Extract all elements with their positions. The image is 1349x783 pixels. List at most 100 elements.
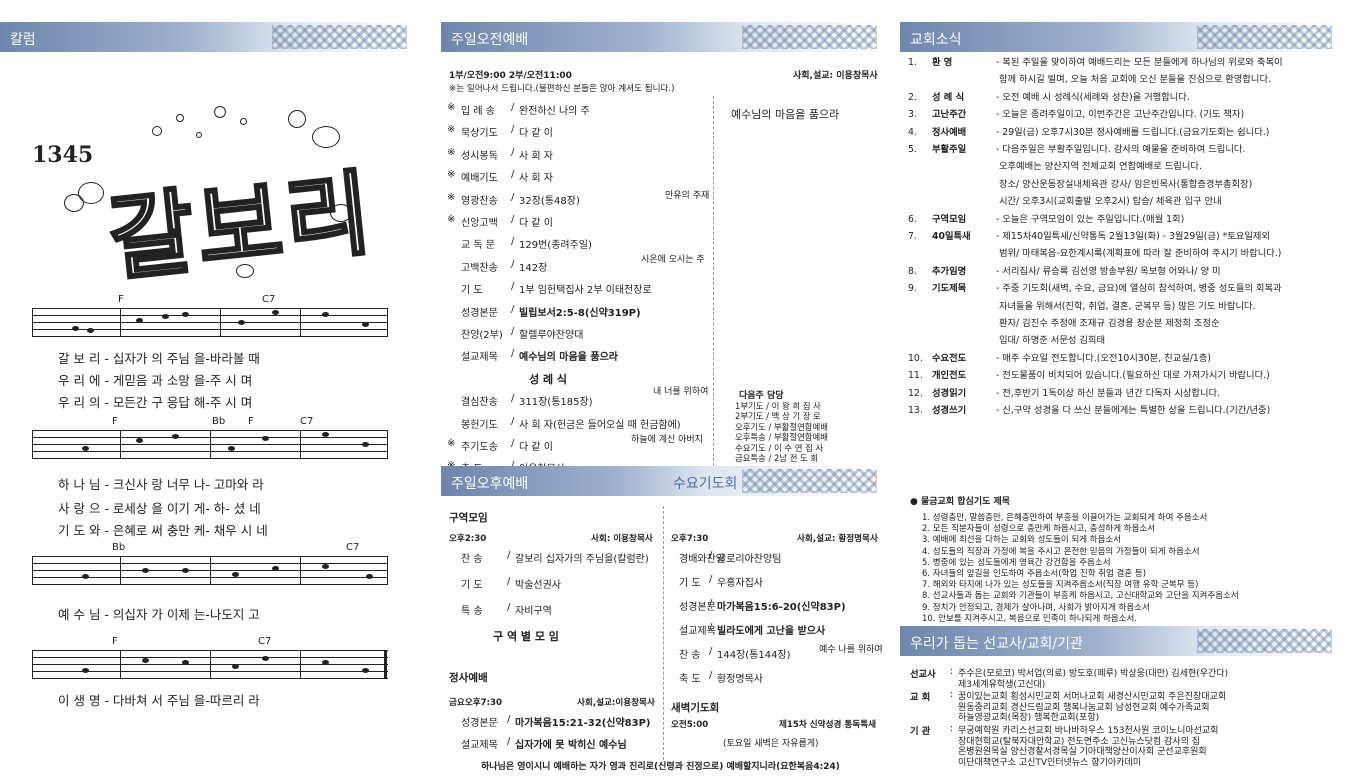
prayer-item: 10. 안보를 지켜주시고, 복음으로 민족이 하나되게 하옵소서. [922,613,1137,624]
news-detail: 자녀들을 위해서(진학, 취업, 결혼, 군복무 등) 많은 기도 바랍니다. [996,300,1256,312]
order-label: 결심찬송 [461,397,498,409]
news-detail: 오후예배는 양산지역 전체교회 연합예배로 드립니다. [996,161,1202,173]
mission-colon: : [950,666,954,677]
news-detail: - 오전 예배 시 성례식(세례와 성찬)을 거행합니다. [996,91,1190,103]
news-number: 12. [908,387,923,399]
morning-times: 1부/오전9:00 2부/오전11:00 [449,71,572,81]
column-panel: 칼럼 1345 갈보리 F C7 갈 보 리 - 십자가 의 주님 을-바라볼 … [0,14,415,779]
prayer-item: 7. 해외와 타지에 나가 있는 성도들을 지켜주옵소서(직장 여행 유학 군복… [922,580,1199,591]
order-value: 완전하신 나의 주 [519,106,590,117]
footer-verse: 하나님은 영이시니 예배하는 자가 영과 진리로(신령과 진정으로) 예배할지니… [481,762,840,772]
hymn-side-note: 하늘에 계신 아버지 [631,435,703,445]
order-separator: / [511,258,515,270]
order-label: 교 독 문 [461,240,495,252]
news-detail: - 오늘은 구역모임이 있는 주일입니다.(매월 1회) [996,213,1185,225]
news-item: 5. 부활주일 - 다음주일은 부활주일입니다. 감사의 예물을 준비하여 드립니다… [908,141,1245,155]
chord-label: C7 [346,542,360,553]
sermon-side-title: 예수님의 마음을 품으라 [731,108,840,121]
order-label: 특 송 [461,606,483,617]
hymn-side-note: 시온에 오시는 주 [641,255,705,265]
prayer-item: 3. 예배에 최선을 다하는 교회와 성도들이 되게 하옵소서 [922,535,1122,546]
news-detail: - 제15차40일특새/신약통독 2월13일(화) - 3월29일(금) *토요… [996,231,1270,242]
news-title: 성경쓰기 [932,405,967,416]
news-header: 교회소식 [900,22,1340,52]
news-number: 3. [908,109,917,121]
news-title: 구역모임 [932,213,967,225]
order-value: 갈보리 십자가의 주님을(칼럼란) [515,554,649,565]
news-item: 4. 정사예배 - 29일(금) 오후7시30분 정사예배를 드립니다.(금요기도회… [908,124,1269,138]
order-label: 성경본문 [461,307,498,319]
friday-time: 금요오후7:30 [449,698,503,708]
order-label: 봉헌기도 [461,419,498,431]
news-number: 9. [908,283,917,295]
diamond-pattern-icon [742,469,877,493]
order-value: 311장(통185장) [519,397,593,409]
afternoon-time: 오후2:30 [449,534,487,544]
bubble-icon [176,114,184,122]
order-label: 입 례 송 [461,106,495,117]
news-title: 기도제목 [932,283,967,295]
order-label: 기 도 [461,580,483,591]
order-mark: ※ [447,169,456,181]
news-item: 장소/ 양산운동장실내체육관 강사/ 임은빈목사(통합증경부총회장) [908,176,1252,190]
order-label: 신앙고백 [461,218,498,229]
order-label: 예배기도 [461,173,498,185]
afternoon-officiant: 사회: 이용창목사 [591,534,653,544]
prayer-title: ● 물금교회 합심기도 제목 [910,497,1011,507]
news-item: 11. 개인전도 - 전도물품이 비치되어 있습니다.(필요하신 대로 가져가시기 … [908,367,1270,381]
hymn-title: 갈보리 [102,158,381,295]
news-item: 9. 기도제목 - 주중 기도회(새벽, 수요, 금요)에 열심히 참석하여, 병중… [908,280,1282,294]
mission-line: 제3세계유학생(고신대) [958,679,1046,690]
order-mark: ※ [447,146,456,158]
chord-label: F [112,636,118,647]
morning-header-title: 주일오전예배 [451,32,529,48]
news-detail: 장소/ 양산운동장실내체육관 강사/ 임은빈목사(통합증경부총회장) [996,178,1253,190]
order-label: 기 도 [679,578,701,589]
news-number: 4. [908,126,917,138]
order-value: 142장 [519,262,548,274]
news-detail: - 주중 기도회(새벽, 수요, 금요)에 열심히 참석하여, 병중 성도들의 … [996,283,1282,295]
prayer-item: 8. 선교사들과 돕는 교회와 기관들이 부흥케 하옵시고, 고신대학교와 고단… [922,591,1239,602]
order-value: 사 회 자(헌금은 들어오실 때 헌금함에) [519,419,681,431]
morning-officiant: 사회,설교: 이용창목사 [793,71,878,81]
order-separator: / [511,281,515,293]
order-label: 영광찬송 [461,195,498,207]
news-panel: 교회소식 1. 환 영 - 복된 주일을 맞이하여 예배드리는 모든 분들에게 하나… [900,14,1340,779]
news-title: 정사예배 [932,126,967,138]
friday-title: 정사예배 [449,672,488,684]
lyric-line: 기 도 와 - 은혜로 써 충만 케- 채우 시 네 [58,523,268,538]
bubble-icon [240,118,247,125]
news-title: 환 영 [932,57,953,68]
wednesday-time: 오후7:30 [671,534,709,544]
news-item: 7. 40일특새 - 제15차40일특새/신약통독 2월13일(화) - 3월29일… [908,228,1270,242]
prayer-item: 6. 자녀들의 앞길을 인도하여 주옵소서(학업 진학 취업 결혼 등) [922,569,1147,579]
order-separator: / [511,303,515,315]
news-number: 7. [908,231,917,242]
order-separator: / [511,415,515,427]
divider [713,96,714,466]
next-week-row: 금요특송 / 2남 전 도 회 [735,453,819,463]
order-value: 빌라도에게 고난을 받으사 [717,626,826,637]
missions-header-title: 우리가 돕는 선교사/교회/기관 [910,636,1083,652]
lyric-line: 갈 보 리 - 십자가 의 주님 을-바라볼 때 [58,351,260,366]
order-label: 찬 송 [679,650,701,661]
order-label: 주기도송 [461,442,498,453]
chord-label: F [118,294,124,305]
order-separator: / [511,214,515,225]
bubble-icon [196,132,202,138]
order-label: 묵상기도 [461,128,498,140]
news-detail: 입대/ 하명준 서문성 김희태 [996,335,1106,347]
order-label: 고백찬송 [461,262,498,274]
order-separator: / [511,124,515,136]
dawn-title: 새벽기도회 [671,702,720,714]
order-value: 129번(종려주일) [519,240,592,252]
diamond-pattern-icon [1197,25,1332,49]
news-item: 2. 성 례 식 - 오전 예배 시 성례식(세례와 성찬)을 거행합니다. [908,89,1190,103]
news-detail: - 다음주일은 부활주일입니다. 감사의 예물을 준비하여 드립니다. [996,144,1246,155]
order-label: 성경본문 [461,718,498,729]
dawn-text: 제15차 신약성경 통독특새 [779,720,877,730]
order-value: 황정명목사 [717,674,763,685]
lyric-line: 사 랑 으 - 로세상 을 이기 게- 하- 셨 네 [58,501,261,516]
chord-label: C7 [258,636,272,647]
diamond-pattern-icon [272,25,407,49]
